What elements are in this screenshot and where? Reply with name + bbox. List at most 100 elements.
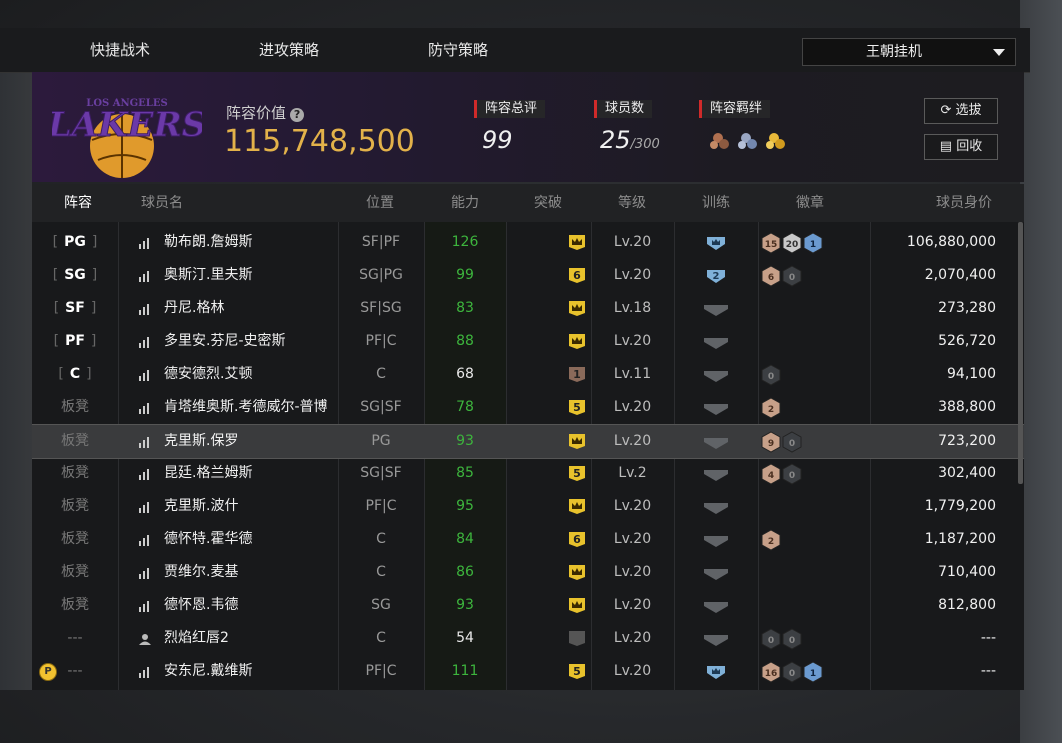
- badge-icon: 6: [761, 265, 781, 287]
- badge-group[interactable]: 16 0 1: [761, 661, 824, 683]
- mode-dropdown[interactable]: 王朝挂机: [802, 38, 1016, 66]
- lakers-logo: LOS ANGELES LAKERS: [52, 98, 202, 178]
- player-ability: 54: [456, 630, 474, 646]
- badge-group[interactable]: 40: [761, 463, 803, 485]
- badge-count: 0: [789, 273, 795, 283]
- signal-bars-icon: [139, 535, 149, 546]
- table-header: 阵容 球员名 位置 能力 突破 等级 训练 徽章 球员身价: [32, 184, 1024, 222]
- scrollbar[interactable]: [1018, 222, 1023, 484]
- badge-count: 0: [768, 636, 774, 646]
- badge-count: 0: [768, 372, 774, 382]
- training-empty-icon: [704, 438, 728, 449]
- col-price[interactable]: 球员身价: [928, 184, 1000, 222]
- table-row[interactable]: 板凳 昆廷.格兰姆斯 SG|SF 85 Lv.2 302,400 5 4 0: [32, 457, 1024, 490]
- player-position: SG|SF: [360, 399, 402, 415]
- breakthrough-level: 5: [573, 401, 581, 414]
- table-row[interactable]: PG 勒布朗.詹姆斯 SF|PF 126 Lv.20 106,880,000 15 20 1: [32, 226, 1024, 259]
- badge-group[interactable]: 00: [761, 628, 803, 650]
- table-row[interactable]: SF 丹尼.格林 SF|SG 83 Lv.18 273,280: [32, 292, 1024, 325]
- training-empty-icon: [704, 404, 728, 415]
- tab-quick-tactics[interactable]: 快捷战术: [90, 28, 150, 72]
- training-icon: [707, 666, 725, 679]
- breakthrough-crown-icon: [569, 301, 585, 316]
- bond-gold-icon: [766, 133, 785, 149]
- badge-group[interactable]: 0: [761, 364, 782, 386]
- breakthrough-crown-icon: [569, 499, 585, 514]
- col-position[interactable]: 位置: [350, 184, 410, 222]
- scout-button[interactable]: ⟳ 选拔: [924, 98, 998, 124]
- player-position: SG: [371, 597, 391, 613]
- table-row[interactable]: SG奥斯汀.里夫斯SG|PG99Lv.202,070,4006260: [32, 259, 1024, 292]
- p-coin-icon: P: [39, 663, 57, 681]
- col-ability[interactable]: 能力: [435, 184, 495, 222]
- player-level: Lv.18: [613, 300, 652, 316]
- badge-count: 16: [765, 669, 778, 679]
- training-empty-icon: [704, 536, 728, 547]
- col-level[interactable]: 等级: [602, 184, 662, 222]
- rating-value: 99: [482, 126, 513, 154]
- player-position: PG: [371, 433, 391, 449]
- player-ability: 85: [456, 465, 474, 481]
- badge-group[interactable]: 2: [761, 529, 782, 551]
- table-row[interactable]: 板凳 德怀恩.韦德 SG 93 Lv.20 812,800: [32, 589, 1024, 622]
- help-icon[interactable]: ?: [290, 108, 305, 122]
- badge-group[interactable]: 90: [761, 431, 803, 453]
- badge-count: 0: [789, 636, 795, 646]
- badge-icon: 0: [761, 628, 781, 650]
- lineup-slot: PF: [32, 325, 118, 358]
- badge-count: 0: [789, 439, 795, 449]
- bond-silver-icon: [738, 133, 757, 149]
- badge-group[interactable]: 15 20 1: [761, 232, 824, 254]
- table-row[interactable]: --- 烈焰红唇2 C 54 Lv.20 --- 0 0: [32, 622, 1024, 655]
- player-name: 安东尼.戴维斯: [164, 663, 253, 679]
- col-badges[interactable]: 徽章: [780, 184, 840, 222]
- table-row[interactable]: 板凳 肯塔维奥斯.考德威尔-普博 SG|SF 78 Lv.20 388,800 5 2: [32, 391, 1024, 424]
- player-position: C: [376, 564, 386, 580]
- lineup-slot: PG: [32, 226, 118, 259]
- signal-bars-icon: [139, 304, 149, 315]
- table-row[interactable]: 板凳 贾维尔.麦基 C 86 Lv.20 710,400: [32, 556, 1024, 589]
- tab-defense-strategy[interactable]: 防守策略: [428, 28, 488, 72]
- player-name: 克里斯.波什: [164, 498, 239, 514]
- player-level: Lv.2: [618, 465, 647, 481]
- training-empty-icon: [704, 338, 728, 349]
- player-position: C: [376, 531, 386, 547]
- col-breakthrough[interactable]: 突破: [518, 184, 578, 222]
- badge-icon: 2: [761, 529, 781, 551]
- background-right: [1020, 0, 1062, 743]
- player-level: Lv.20: [613, 234, 652, 250]
- col-training[interactable]: 训练: [686, 184, 746, 222]
- badge-group[interactable]: 60: [761, 265, 803, 287]
- badge-group[interactable]: 2: [761, 397, 782, 419]
- training-empty-icon: [704, 371, 728, 382]
- recycle-button[interactable]: ▤ 回收: [924, 134, 998, 160]
- table-row[interactable]: 板凳 克里斯.波什 PF|C 95 Lv.20 1,779,200: [32, 490, 1024, 523]
- player-price: 2,070,400: [924, 267, 996, 283]
- position-tag: C: [58, 366, 91, 382]
- player-price: ---: [980, 663, 996, 679]
- breakthrough-level: 6: [573, 269, 581, 282]
- player-price: 710,400: [938, 564, 996, 580]
- signal-bars-icon: [139, 337, 149, 348]
- training-empty-icon: [704, 503, 728, 514]
- table-row[interactable]: PF 多里安.芬尼-史密斯 PF|C 88 Lv.20 526,720: [32, 325, 1024, 358]
- table-row[interactable]: 板凳 克里斯.保罗 PG 93 Lv.20 723,200 9 0: [32, 424, 1024, 459]
- badge-count: 4: [768, 471, 774, 481]
- badge-icon: 0: [782, 661, 802, 683]
- col-player-name[interactable]: 球员名: [132, 184, 192, 222]
- table-row[interactable]: --- P 安东尼.戴维斯 PF|C 111 Lv.20 --- 5 16 0 1: [32, 655, 1024, 688]
- player-position: PF|C: [365, 333, 397, 349]
- player-name: 昆廷.格兰姆斯: [164, 465, 253, 481]
- lineup-value-label: 阵容价值?: [226, 102, 305, 123]
- lineup-slot: 板凳: [61, 498, 89, 514]
- player-name: 多里安.芬尼-史密斯: [164, 333, 286, 349]
- badge-count: 6: [768, 273, 774, 283]
- player-position: SG|PG: [359, 267, 403, 283]
- table-row[interactable]: 板凳 德怀特.霍华德 C 84 Lv.20 1,187,200 6 2: [32, 523, 1024, 556]
- player-ability: 93: [456, 433, 474, 449]
- signal-bars-icon: [139, 437, 149, 448]
- table-row[interactable]: C 德安德烈.艾顿 C 68 Lv.11 94,100 1 0: [32, 358, 1024, 391]
- tab-offense-strategy[interactable]: 进攻策略: [259, 28, 319, 72]
- lineup-slot: C: [32, 358, 118, 391]
- col-lineup[interactable]: 阵容: [50, 184, 106, 222]
